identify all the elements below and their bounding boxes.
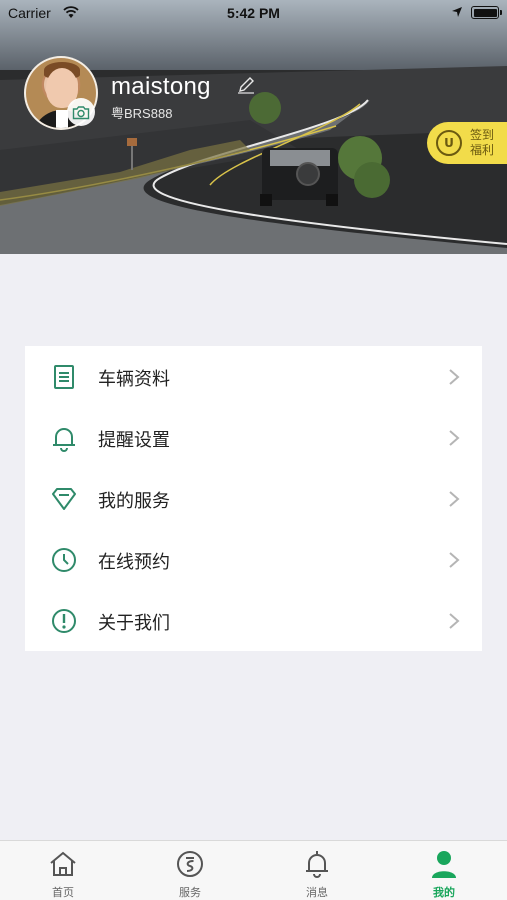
tab-label: 首页 [52,886,74,899]
battery-icon [471,6,502,19]
service-icon [177,851,203,877]
tab-label: 消息 [306,886,328,899]
username: maistong [111,73,211,100]
tab-label: 我的 [433,886,455,899]
chevron-right-icon [449,613,460,629]
location-arrow-icon [452,7,462,17]
chevron-right-icon [449,430,460,446]
chevron-right-icon [449,369,460,385]
menu-item-label: 关于我们 [98,613,170,634]
info-icon [52,609,76,633]
tab-label: 服务 [179,886,201,899]
bell-icon [53,428,75,452]
home-icon [50,851,76,876]
edit-pencil-icon[interactable] [236,75,256,95]
status-bar: Carrier 5:42 PM [0,0,507,28]
license-plate: 粤BRS888 [111,106,173,121]
clock-icon [52,548,76,572]
tab-services[interactable]: 服务 [127,841,253,900]
checkin-welfare-button[interactable]: U 签到 福利 [427,122,507,164]
u-coin-icon: U [436,130,462,156]
menu-item-label: 提醒设置 [98,430,170,451]
checkin-label-line1: 签到 [470,128,495,142]
chevron-right-icon [449,491,460,507]
tab-bar: 首页 服务 消息 我的 [0,840,507,900]
menu-item-my-services[interactable]: 我的服务 [25,468,482,529]
profile-menu: 车辆资料 提醒设置 我的服务 在线预约 关于我们 [25,346,482,651]
menu-item-label: 在线预约 [98,552,170,573]
checkin-label-line2: 福利 [470,143,495,157]
bell-icon [306,851,328,878]
tab-home[interactable]: 首页 [0,841,126,900]
tab-mine[interactable]: 我的 [381,841,507,900]
menu-item-online-booking[interactable]: 在线预约 [25,529,482,590]
menu-item-reminder-settings[interactable]: 提醒设置 [25,407,482,468]
menu-item-vehicle-info[interactable]: 车辆资料 [25,346,482,407]
chevron-right-icon [449,552,460,568]
change-avatar-button[interactable] [67,98,95,126]
menu-item-label: 我的服务 [98,491,170,512]
camera-icon [72,105,90,119]
person-icon [432,851,456,878]
menu-item-about-us[interactable]: 关于我们 [25,590,482,651]
clock-time: 5:42 PM [227,5,280,21]
profile-banner: Carrier 5:42 PM maistong 粤BRS888 U 签到 福利 [0,0,507,254]
menu-item-label: 车辆资料 [98,369,170,390]
diamond-icon [52,488,76,510]
document-icon [54,365,74,389]
tab-messages[interactable]: 消息 [254,841,380,900]
